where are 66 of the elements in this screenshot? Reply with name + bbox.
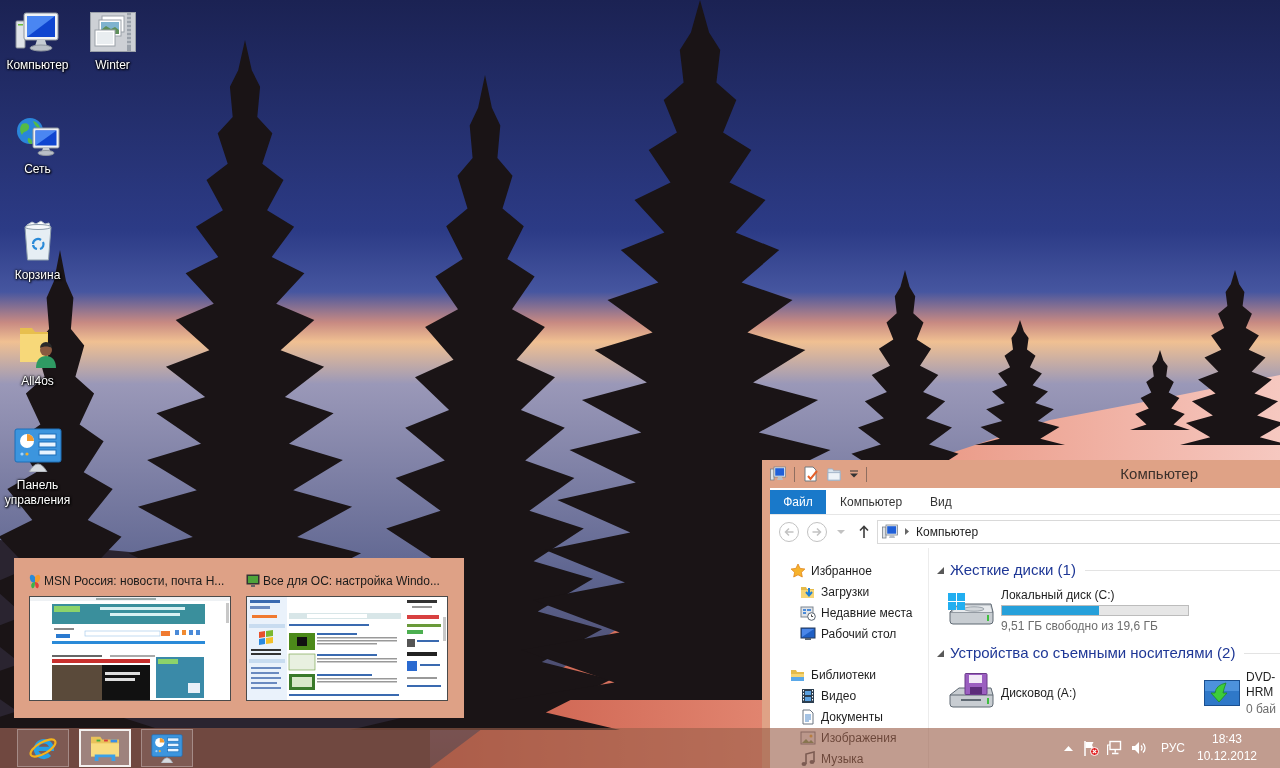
drive-label[interactable]: HRM [1246, 685, 1274, 700]
taskbar-button[interactable] [141, 729, 193, 767]
group-heading[interactable]: Устройства со съемными носителями (2) [950, 642, 1236, 665]
network-icon[interactable] [1105, 740, 1122, 756]
up-arrow-icon [859, 525, 869, 538]
recycle-bin-icon [21, 220, 54, 262]
star-icon [790, 562, 806, 579]
drive-label[interactable]: DVD- [1246, 670, 1276, 685]
taskbar-button[interactable] [79, 729, 131, 767]
computer-icon [15, 12, 60, 52]
film-icon [800, 687, 816, 704]
music-note-icon [800, 750, 816, 767]
up-button[interactable] [859, 525, 869, 538]
control-panel-icon [151, 733, 183, 763]
webpage-preview-drawing[interactable] [29, 596, 231, 701]
webpage-preview-drawing[interactable] [246, 596, 448, 701]
control-panel-icon [13, 428, 62, 472]
floppy-drive-icon [947, 673, 995, 709]
navigation-item[interactable]: Загрузки [800, 581, 870, 602]
navigation-item[interactable]: Видео [800, 685, 857, 706]
navigation-item[interactable]: Документы [800, 706, 883, 727]
zipped-photos-icon [89, 12, 136, 52]
navigation-item[interactable]: Библиотеки [790, 664, 876, 685]
left-arrow-icon [784, 526, 794, 537]
window-title: Все для ОС: настройка Windo... [263, 573, 440, 590]
caret-icon [837, 529, 845, 534]
caret-icon[interactable] [850, 470, 858, 478]
butterfly-icon [29, 573, 41, 589]
globe-monitor-icon [15, 116, 60, 156]
document-icon [800, 708, 816, 725]
computer-icon [882, 523, 898, 540]
group-heading[interactable]: Жесткие диски (1) [950, 559, 1076, 582]
navigation-item[interactable]: Рабочий стол [800, 623, 897, 644]
folder-icon[interactable] [827, 466, 842, 482]
ribbon-tab[interactable]: Вид [916, 490, 966, 514]
collapse-triangle-icon[interactable] [937, 650, 944, 657]
arrow-tile-icon [1204, 680, 1240, 706]
flag-icon[interactable] [1082, 740, 1099, 756]
window-title: Компьютер [1120, 463, 1198, 484]
taskbar-button[interactable] [17, 729, 69, 767]
chevron-icon [905, 528, 909, 535]
address-bar[interactable]: Компьютер [877, 519, 1280, 544]
computer-icon[interactable] [770, 466, 786, 482]
ribbon-tab[interactable]: Компьютер [826, 490, 917, 514]
right-arrow-icon [812, 526, 822, 537]
free-space-text: 0 бай [1246, 702, 1276, 717]
folder-icon [89, 734, 121, 762]
drive-label[interactable]: Локальный диск (C:) [1001, 587, 1115, 603]
file-menu-button[interactable]: Файл [770, 490, 826, 514]
navigation-item[interactable]: Недавние места [800, 602, 913, 623]
page-check-icon[interactable] [803, 466, 819, 482]
picture-icon [800, 729, 816, 746]
collapse-triangle-icon[interactable] [937, 567, 944, 574]
desktop-shortcut[interactable]: Winter [89, 12, 136, 73]
window-clock-icon [800, 604, 816, 621]
desktop-shortcut[interactable]: Компьютер [6, 12, 69, 73]
navigation-item[interactable]: Избранное [790, 560, 872, 581]
hard-drive-icon [947, 592, 995, 625]
free-space-text: 9,51 ГБ свободно из 19,6 ГБ [1001, 618, 1158, 634]
window-title: MSN Россия: новости, почта Н... [44, 573, 225, 590]
drive-label[interactable]: Дисковод (A:) [1001, 685, 1077, 701]
desktop-shortcut[interactable]: Сеть [15, 116, 60, 177]
speaker-icon[interactable] [1130, 740, 1147, 756]
breadcrumb-item[interactable]: Компьютер [916, 522, 979, 541]
screen-icon [800, 625, 816, 642]
monitor-icon [246, 574, 260, 588]
